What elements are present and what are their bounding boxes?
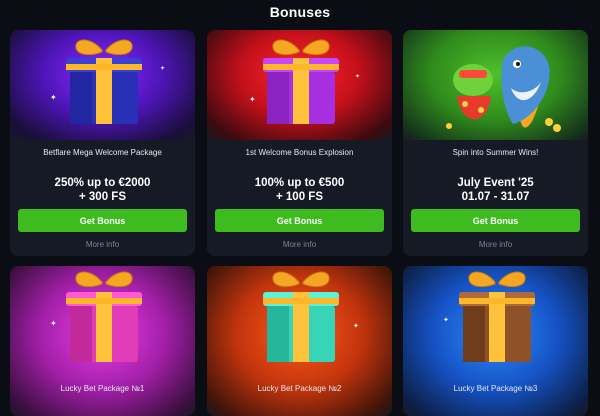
offer-text: 250% up to €2000 + 300 FS — [54, 177, 151, 203]
bonus-card: Spin into Summer Wins! July Event '25 01… — [403, 30, 588, 256]
get-bonus-button[interactable]: Get Bonus — [411, 209, 580, 232]
bonus-card: ✦ Lucky Bet Package №1 — [10, 266, 195, 416]
bonus-card: ✦ Lucky Bet Package №2 — [207, 266, 392, 416]
svg-text:✦: ✦ — [249, 95, 256, 104]
bonus-card: ✦ Lucky Bet Package №3 — [403, 266, 588, 416]
gift-box-image: ✦ ✦ — [10, 30, 195, 140]
more-info-link[interactable]: More info — [10, 240, 195, 249]
more-info-link[interactable]: More info — [207, 240, 392, 249]
card-title: Lucky Bet Package №1 — [60, 384, 145, 393]
card-title: Lucky Bet Package №2 — [257, 384, 342, 393]
offer-text: July Event '25 01.07 - 31.07 — [457, 177, 534, 203]
summer-characters-image — [403, 30, 588, 140]
bonus-card: ✦ ✦ 1st Welcome Bonus Explosion 100% up … — [207, 30, 392, 256]
page-title: Bonuses — [269, 4, 331, 20]
gift-box-image: ✦ — [10, 266, 195, 416]
svg-text:✦: ✦ — [50, 319, 57, 328]
get-bonus-button[interactable]: Get Bonus — [18, 209, 187, 232]
svg-text:✦: ✦ — [50, 93, 57, 102]
card-title: 1st Welcome Bonus Explosion — [245, 148, 354, 157]
card-title: Lucky Bet Package №3 — [453, 384, 538, 393]
offer-text: 100% up to €500 + 100 FS — [254, 177, 345, 203]
gift-box-image: ✦ — [207, 266, 392, 416]
get-bonus-button[interactable]: Get Bonus — [215, 209, 384, 232]
svg-text:✦: ✦ — [443, 316, 449, 324]
gift-box-image: ✦ — [403, 266, 588, 416]
bonus-card: ✦ ✦ Betflare Mega Welcome Package 250% u… — [10, 30, 195, 256]
svg-text:✦: ✦ — [355, 73, 360, 80]
gift-box-image: ✦ ✦ — [207, 30, 392, 140]
card-title: Spin into Summer Wins! — [452, 148, 539, 157]
card-title: Betflare Mega Welcome Package — [43, 148, 162, 157]
svg-text:✦: ✦ — [160, 65, 165, 72]
svg-text:✦: ✦ — [353, 322, 359, 330]
more-info-link[interactable]: More info — [403, 240, 588, 249]
